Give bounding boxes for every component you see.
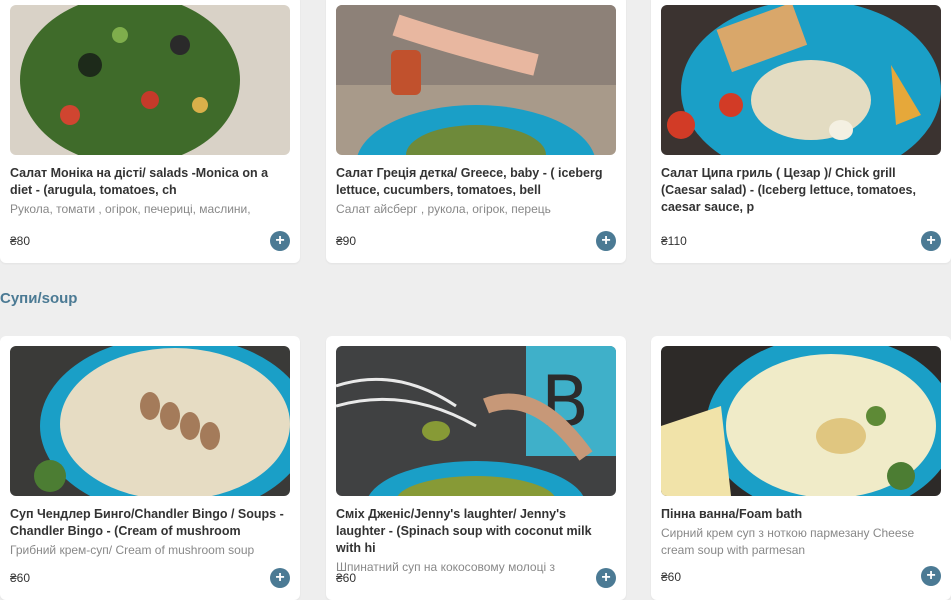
add-to-cart-button[interactable]: + (921, 231, 941, 251)
dish-price: ₴90 (336, 234, 357, 248)
add-to-cart-button[interactable]: + (270, 568, 290, 588)
dish-description: Грибний крем-суп/ Cream of mushroom soup (10, 543, 255, 557)
plus-icon: + (275, 232, 285, 249)
plus-icon: + (275, 569, 285, 586)
dish-price: ₴60 (10, 571, 31, 585)
add-to-cart-button[interactable]: + (596, 568, 616, 588)
menu-card[interactable]: Салат Ципа гриль ( Цезар )/ Chick grill … (651, 0, 951, 263)
dish-photo[interactable] (661, 346, 941, 496)
dish-title[interactable]: Салат Ципа гриль ( Цезар )/ Chick grill … (661, 165, 941, 216)
dish-description: Рукола, томати , огірок, печериці, масли… (10, 202, 251, 216)
dish-title[interactable]: Суп Чендлер Бинго/Chandler Bingo / Soups… (10, 506, 290, 540)
dish-photo[interactable] (10, 5, 290, 155)
section-title-soup: Супи/soup (0, 290, 78, 307)
menu-card[interactable]: Салат Греція детка/ Greece, baby - ( ice… (326, 0, 626, 263)
menu-card[interactable]: Салат Моніка на дісті/ salads -Monica on… (0, 0, 300, 263)
dish-description: Сирний крем суп з ноткою пармезану Chees… (661, 526, 915, 557)
add-to-cart-button[interactable]: + (270, 231, 290, 251)
plus-icon: + (926, 567, 936, 584)
dish-title[interactable]: Сміх Дженіс/Jenny's laughter/ Jenny's la… (336, 506, 616, 557)
dish-title[interactable]: Салат Моніка на дісті/ salads -Monica on… (10, 165, 290, 199)
plus-icon: + (926, 232, 936, 249)
plus-icon: + (601, 232, 611, 249)
menu-card[interactable]: Пінна ванна/Foam bath Сирний крем суп з … (651, 336, 951, 600)
dish-photo[interactable] (10, 346, 290, 496)
dish-price: ₴80 (10, 234, 31, 248)
add-to-cart-button[interactable]: + (596, 231, 616, 251)
dish-photo[interactable] (661, 5, 941, 155)
dish-price: ₴60 (336, 571, 357, 585)
dish-photo[interactable]: B (336, 346, 616, 496)
dish-photo[interactable] (336, 5, 616, 155)
add-to-cart-button[interactable]: + (921, 566, 941, 586)
dish-description: Салат айсберг , рукола, огірок, перець (336, 202, 551, 216)
dish-price: ₴60 (661, 570, 682, 584)
menu-card[interactable]: Суп Чендлер Бинго/Chandler Bingo / Soups… (0, 336, 300, 600)
menu-card[interactable]: B Сміх Дженіс/Jenny's laughter/ Jenny's … (326, 336, 626, 600)
plus-icon: + (601, 569, 611, 586)
dish-title[interactable]: Пінна ванна/Foam bath (661, 506, 941, 523)
dish-title[interactable]: Салат Греція детка/ Greece, baby - ( ice… (336, 165, 616, 199)
dish-price: ₴110 (661, 234, 687, 248)
dish-description: Шпинатний суп на кокосовому молоці з (336, 560, 555, 574)
